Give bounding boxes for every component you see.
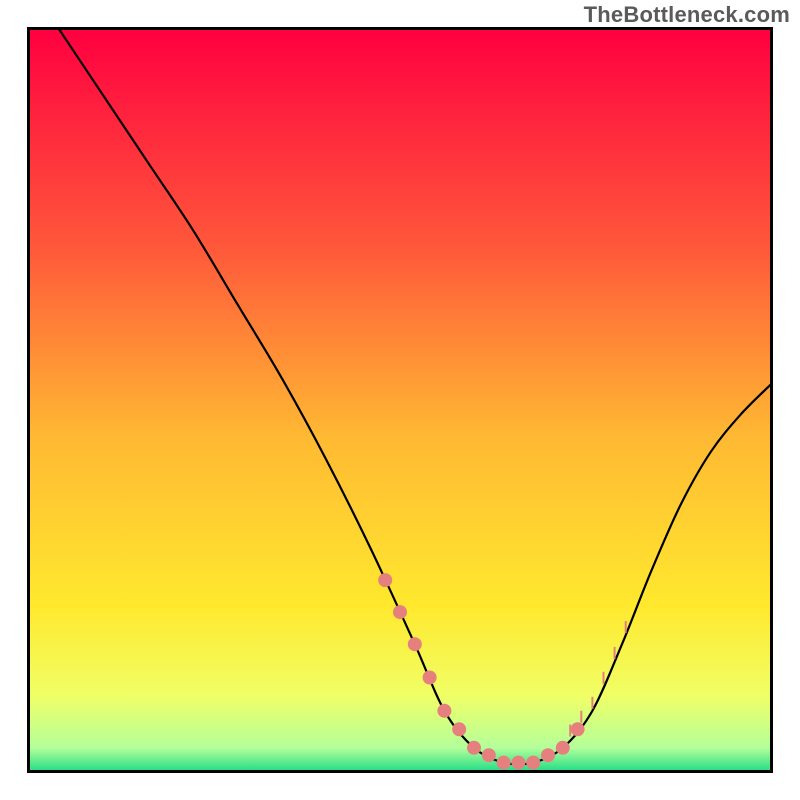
chart-container: TheBottleneck.com [0,0,800,800]
watermark-text: TheBottleneck.com [584,2,790,28]
gradient-background [30,30,770,770]
chart-svg [30,30,770,770]
plot-frame [27,27,773,773]
